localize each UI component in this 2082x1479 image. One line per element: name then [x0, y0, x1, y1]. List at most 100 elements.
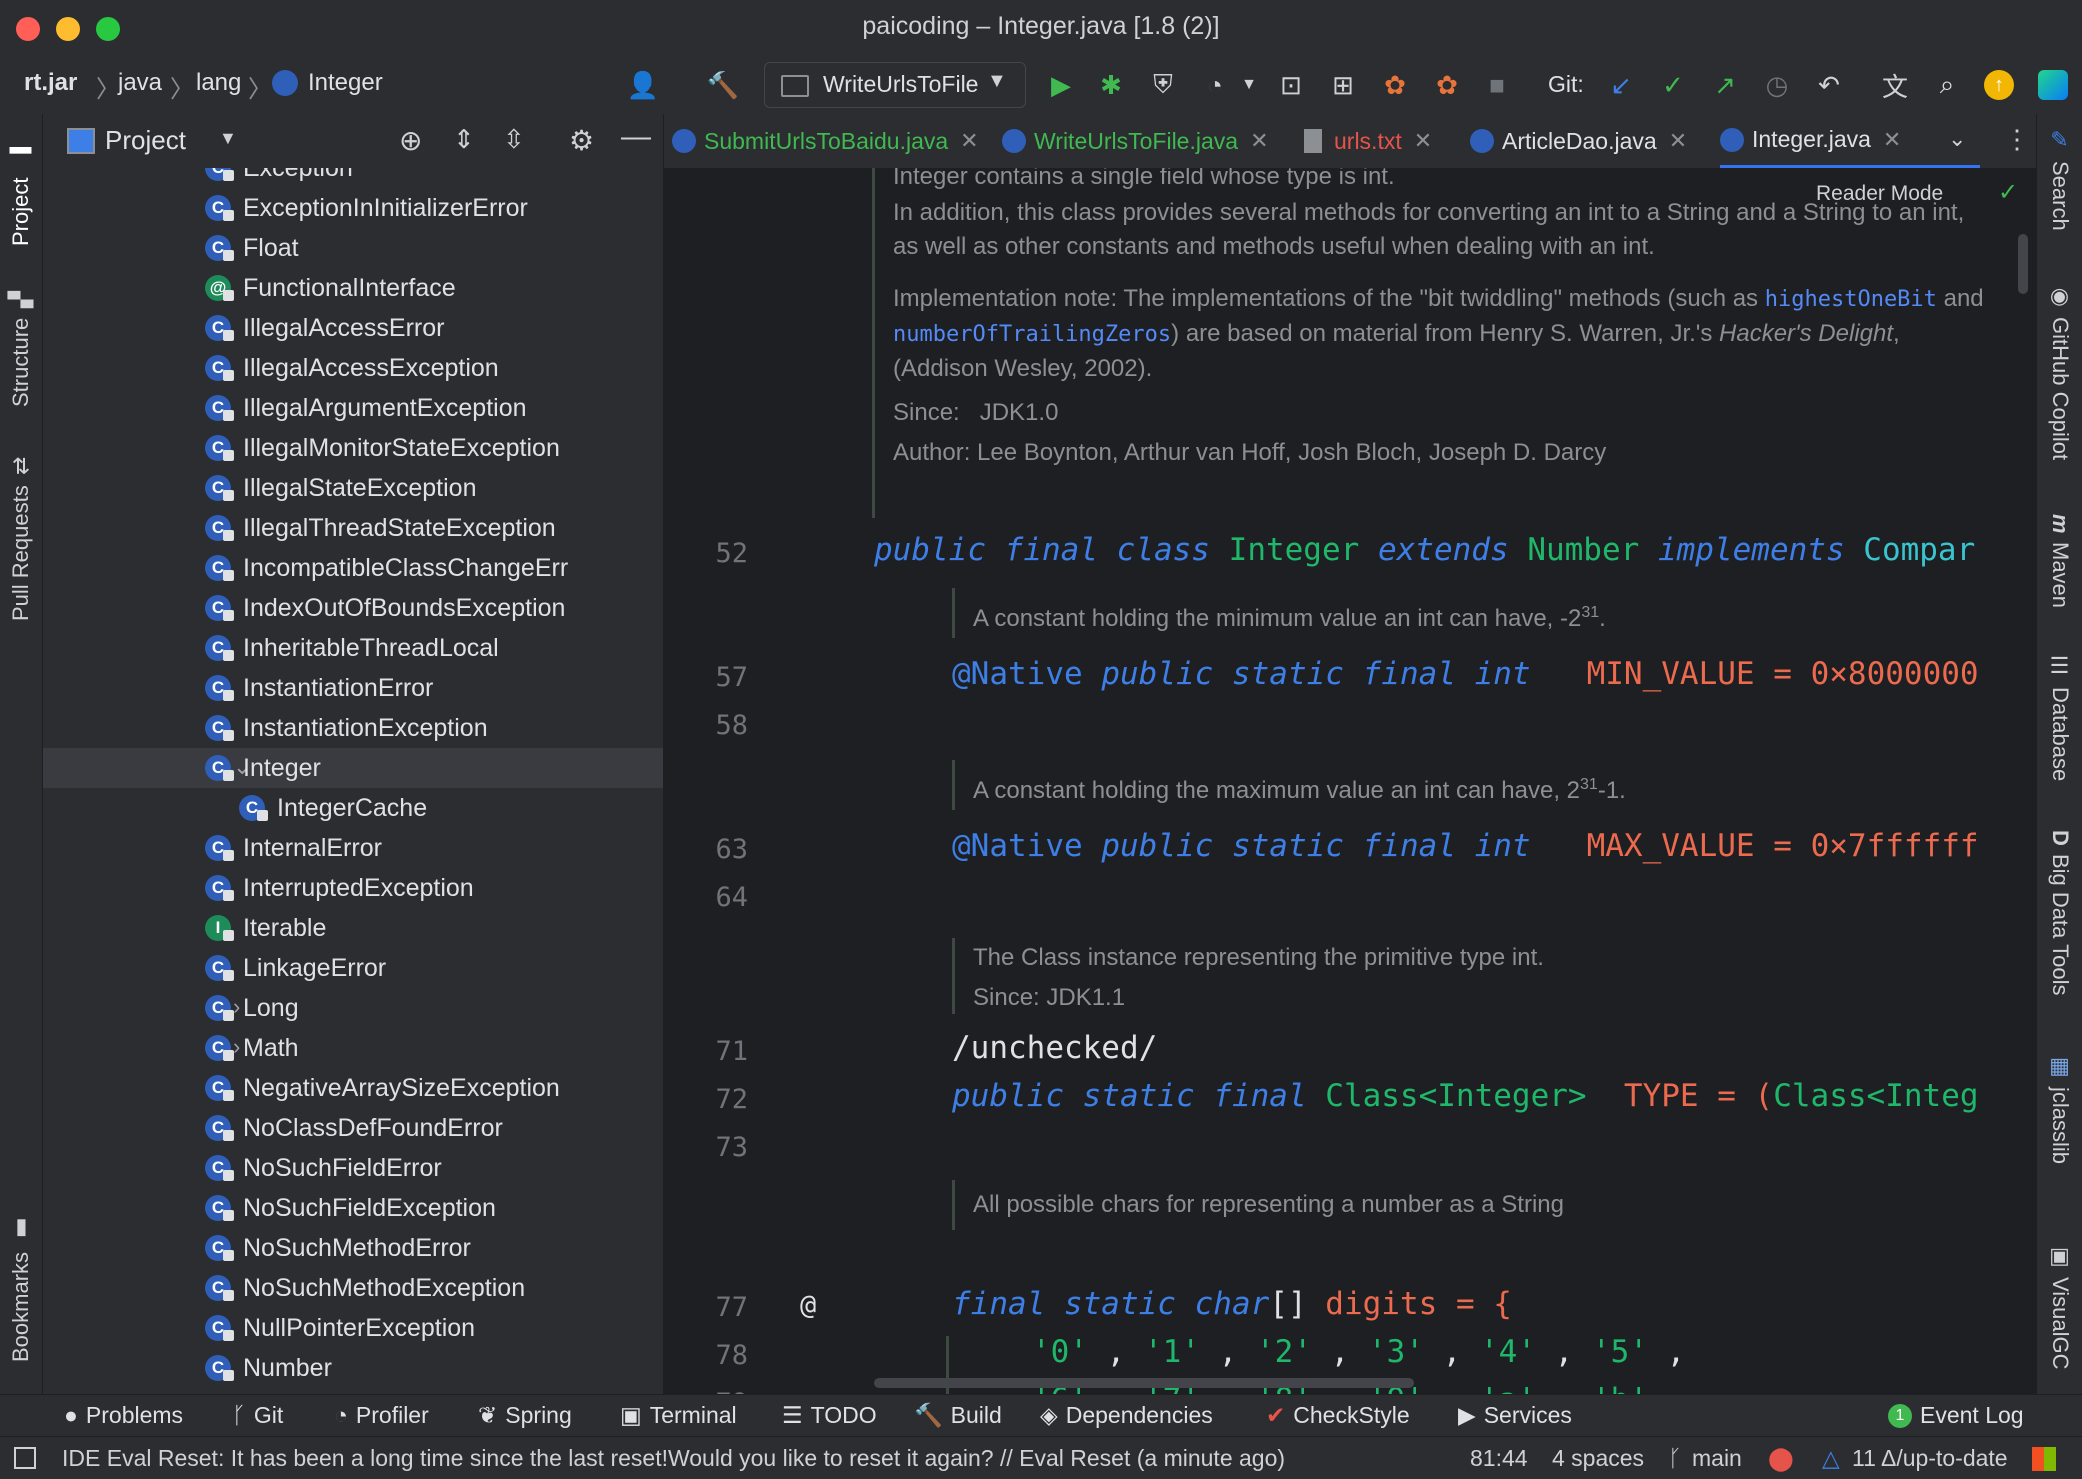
tree-item[interactable]: C InstantiationException [43, 708, 663, 748]
profile-icon[interactable]: ◔ [1198, 68, 1232, 102]
attach-debugger-icon[interactable]: ⊡ [1274, 68, 1308, 102]
run-config-selector[interactable]: WriteUrlsToFile ▼ [764, 62, 1026, 108]
git-commit-icon[interactable]: ✓ [1656, 68, 1690, 102]
close-icon[interactable]: ✕ [1883, 127, 1901, 153]
tree-item[interactable]: C Number [43, 1348, 663, 1388]
vertical-scrollbar[interactable] [2018, 234, 2028, 294]
tab-submit-urls-to-baidu[interactable]: SubmitUrlsToBaidu.java ✕ [672, 114, 979, 168]
tree-item[interactable]: C IntegerCache [43, 788, 663, 828]
horizontal-scrollbar[interactable] [874, 1378, 1414, 1388]
gutter-annotation-icon[interactable]: @ [800, 1290, 816, 1321]
coverage-icon[interactable]: ⛨ [1146, 68, 1180, 102]
tree-item[interactable]: ⌄ C Integer [43, 748, 663, 788]
update-icon[interactable]: ↑ [1984, 70, 2014, 100]
terminal-tool-button[interactable]: ▣ Terminal [620, 1402, 737, 1429]
close-icon[interactable]: ✕ [960, 128, 978, 154]
chevron-down-icon[interactable]: ▼ [219, 128, 237, 149]
translate-icon[interactable]: 文 [1878, 68, 1912, 102]
tree-item[interactable]: C NullPointerException [43, 1308, 663, 1348]
tab-urls-txt[interactable]: urls.txt ✕ [1304, 114, 1432, 168]
tree-item[interactable]: C IndexOutOfBoundsException [43, 588, 663, 628]
pull-requests-tool-tab[interactable]: Pull Requests ⇄ [4, 444, 38, 634]
todo-tool-button[interactable]: ☰ TODO [782, 1402, 877, 1429]
structure-tool-tab[interactable]: Structure ▞ [4, 274, 38, 424]
status-message[interactable]: IDE Eval Reset: It has been a long time … [62, 1445, 1285, 1472]
tree-item[interactable]: C NoSuchFieldError [43, 1148, 663, 1188]
tree-item[interactable]: C IllegalArgumentException [43, 388, 663, 428]
chevron-right-icon[interactable]: › [233, 994, 240, 1020]
maven-tool-tab[interactable]: m Maven [2043, 514, 2077, 608]
project-panel-title[interactable]: Project [105, 125, 186, 156]
git-branch[interactable]: main [1692, 1445, 1742, 1472]
tree-item[interactable]: C LinkageError [43, 948, 663, 988]
chevron-down-icon[interactable]: ▼ [1232, 68, 1266, 102]
tree-item[interactable]: C InterruptedException [43, 868, 663, 908]
git-update-icon[interactable]: ↙ [1604, 68, 1638, 102]
tree-item[interactable]: C NegativeArraySizeException [43, 1068, 663, 1108]
locate-icon[interactable]: ⊕ [399, 124, 422, 157]
services-tool-button[interactable]: ▶ Services [1458, 1402, 1572, 1429]
caret-position[interactable]: 81:44 [1470, 1445, 1528, 1472]
search-tool-tab[interactable]: ✎ Search [2043, 128, 2077, 231]
windows-icon[interactable] [2032, 1447, 2056, 1471]
jclasslib-tool-tab[interactable]: ▦ jclasslib [2043, 1054, 2077, 1164]
tree-item[interactable]: C IllegalMonitorStateException [43, 428, 663, 468]
user-icon[interactable]: 👤 [626, 68, 660, 102]
tree-item[interactable]: C NoSuchMethodError [43, 1228, 663, 1268]
git-status[interactable]: 11 Δ/up-to-date [1852, 1445, 2008, 1472]
build-hammer-icon[interactable]: 🔨 [706, 68, 740, 102]
breadcrumb-lang[interactable]: lang [196, 69, 241, 97]
tree-item[interactable]: C IllegalAccessException [43, 348, 663, 388]
rollback-icon[interactable]: ↶ [1812, 68, 1846, 102]
spring-icon[interactable]: ✿ [1378, 68, 1412, 102]
tree-item[interactable]: C IncompatibleClassChangeErr [43, 548, 663, 588]
git-tool-button[interactable]: ᚴ Git [232, 1402, 283, 1429]
breadcrumb-java[interactable]: java [118, 69, 162, 97]
deploy-icon[interactable]: ⊞ [1326, 68, 1360, 102]
history-icon[interactable]: ◷ [1760, 68, 1794, 102]
tree-item[interactable]: C NoSuchMethodException [43, 1268, 663, 1308]
tree-item[interactable]: C NoClassDefFoundError [43, 1108, 663, 1148]
search-icon[interactable]: ⌕ [1930, 68, 1964, 102]
breadcrumb-integer[interactable]: Integer [308, 69, 383, 97]
chevron-right-icon[interactable]: › [233, 1034, 240, 1060]
tree-item[interactable]: C InstantiationError [43, 668, 663, 708]
stop-icon[interactable]: ■ [1480, 68, 1514, 102]
tab-integer-java[interactable]: Integer.java ✕ [1720, 114, 1980, 168]
close-icon[interactable]: ✕ [1414, 128, 1432, 154]
doc-link-number-of-trailing-zeros[interactable]: numberOfTrailingZeros [893, 322, 1171, 347]
tree-item[interactable]: C IllegalThreadStateException [43, 508, 663, 548]
tree-item[interactable]: I Iterable [43, 908, 663, 948]
big-data-tools-tool-tab[interactable]: D Big Data Tools [2043, 830, 2077, 995]
debug-icon[interactable]: ✱ [1094, 68, 1128, 102]
tree-item[interactable]: C NoSuchFieldException [43, 1188, 663, 1228]
tab-article-dao[interactable]: ArticleDao.java ✕ [1470, 114, 1687, 168]
github-copilot-tool-tab[interactable]: ◉ GitHub Copilot [2043, 284, 2077, 460]
tree-item[interactable]: › C Long [43, 988, 663, 1028]
tree-item[interactable]: C Float [43, 228, 663, 268]
doc-link-highest-one-bit[interactable]: highestOneBit [1765, 287, 1937, 312]
run-icon[interactable]: ▶ [1044, 68, 1078, 102]
tree-item[interactable]: @ FunctionalInterface [43, 268, 663, 308]
tree-item[interactable]: C InheritableThreadLocal [43, 628, 663, 668]
problems-tool-button[interactable]: ● Problems [64, 1402, 183, 1429]
close-icon[interactable]: ✕ [1250, 128, 1268, 154]
alert-icon[interactable]: ⬤ [1768, 1445, 1794, 1472]
chevron-down-icon[interactable]: ⌄ [1948, 126, 1966, 152]
git-push-icon[interactable]: ↗ [1708, 68, 1742, 102]
spring-tool-button[interactable]: ❦ Spring [478, 1402, 572, 1429]
expand-all-icon[interactable]: ⇕ [453, 124, 475, 155]
breadcrumb-rt-jar[interactable]: rt.jar [24, 69, 77, 97]
tree-item[interactable]: C ExceptionInInitializerError [43, 188, 663, 228]
toolbox-icon[interactable] [2038, 70, 2068, 100]
indent-setting[interactable]: 4 spaces [1552, 1445, 1644, 1472]
tree-item[interactable]: C InternalError [43, 828, 663, 868]
tree-item[interactable]: › C Math [43, 1028, 663, 1068]
checkstyle-tool-button[interactable]: ✔ CheckStyle [1266, 1402, 1410, 1429]
more-icon[interactable]: ⋮ [2004, 124, 2030, 155]
dependencies-tool-button[interactable]: ◈ Dependencies [1040, 1402, 1213, 1429]
layout-icon[interactable] [14, 1447, 36, 1469]
visualgc-tool-tab[interactable]: ▣ VisualGC [2043, 1244, 2077, 1370]
tree-item[interactable]: C IllegalStateException [43, 468, 663, 508]
gear-icon[interactable]: ⚙ [569, 124, 594, 157]
